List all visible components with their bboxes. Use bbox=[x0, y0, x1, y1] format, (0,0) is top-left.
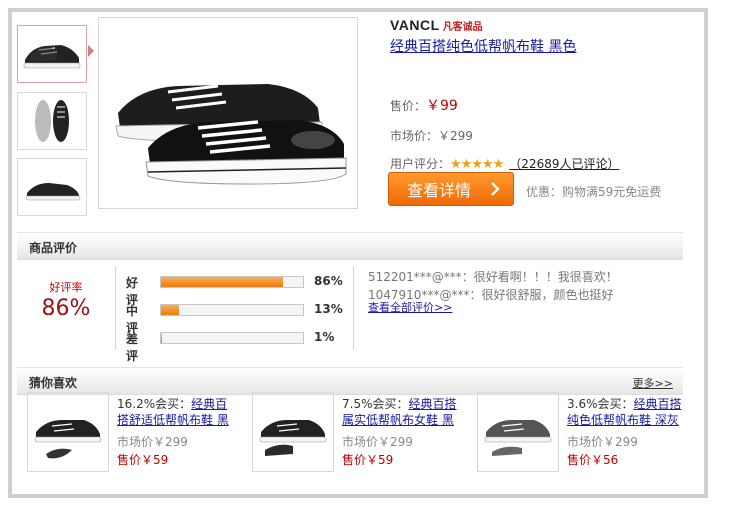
promo-text: 优惠：购物满59元免运费 bbox=[526, 185, 662, 199]
review-count-link[interactable]: （22689人已评论） bbox=[509, 157, 619, 171]
recommend-item-link[interactable]: 搭舒适低帮帆布鞋 黑 bbox=[117, 411, 247, 428]
recommend-market-price: 市场价￥299 bbox=[117, 435, 188, 449]
purchase-rate: 7.5%会买： bbox=[342, 397, 409, 411]
recommend-sale-price: 售价￥59 bbox=[342, 453, 394, 467]
view-details-label: 查看详情 bbox=[407, 181, 472, 200]
thumbnail-back-view[interactable] bbox=[17, 158, 87, 216]
sale-price-label: 售价： bbox=[390, 99, 427, 113]
recommend-item: 3.6%会买：经典百搭 纯色低帮帆布鞋 深灰 市场价￥299 售价￥56 bbox=[477, 392, 697, 474]
more-link[interactable]: 更多>> bbox=[633, 375, 673, 391]
main-product-image bbox=[98, 17, 358, 209]
market-price-row: 市场价：￥299 bbox=[390, 127, 473, 144]
brand-name: VANCL bbox=[390, 17, 440, 33]
rating-bar-fill bbox=[161, 277, 284, 287]
sale-price: ￥99 bbox=[426, 98, 458, 114]
shoe-image-icon bbox=[484, 420, 552, 456]
divider bbox=[115, 266, 116, 350]
rating-bar-percent: 1% bbox=[314, 330, 335, 344]
canvas-shoes-image bbox=[115, 84, 347, 185]
recommend-item-image[interactable] bbox=[477, 392, 559, 472]
recommend-market-price: 市场价￥299 bbox=[342, 435, 413, 449]
rating-bar-label: 差评 bbox=[126, 332, 139, 363]
all-reviews-link[interactable]: 查看全部评价>> bbox=[368, 299, 452, 315]
shoe-image-icon bbox=[259, 420, 327, 456]
rating-bar-track bbox=[160, 332, 304, 344]
thumbnail-selected-indicator bbox=[88, 45, 94, 57]
recommend-item-link[interactable]: 经典百 bbox=[191, 397, 227, 411]
rating-bar-percent: 86% bbox=[314, 274, 343, 288]
rating-row: 用户评分：★★★★★ （22689人已评论） bbox=[390, 155, 619, 172]
shoe-image-icon bbox=[34, 420, 102, 459]
star-rating-icon: ★★★★★ bbox=[450, 157, 504, 172]
rating-bar-track bbox=[160, 276, 304, 288]
reviews-section-title: 商品评价 bbox=[29, 241, 78, 255]
purchase-rate: 3.6%会买： bbox=[567, 397, 634, 411]
recommend-item-link[interactable]: 纯色低帮帆布鞋 深灰 bbox=[567, 411, 697, 428]
market-price-label: 市场价： bbox=[390, 129, 439, 143]
recommend-item-image[interactable] bbox=[27, 392, 109, 472]
rating-bar-fill bbox=[161, 305, 180, 315]
shoe-side-icon bbox=[23, 45, 81, 69]
recommend-item-link[interactable]: 经典百搭 bbox=[634, 397, 682, 411]
chevron-right-icon bbox=[491, 182, 500, 196]
divider bbox=[353, 266, 354, 350]
thumbnail-side-view[interactable] bbox=[17, 25, 87, 83]
shoe-back-icon bbox=[25, 183, 81, 201]
good-rate-value: 86% bbox=[41, 296, 91, 321]
sale-price-row: 售价：￥99 bbox=[390, 95, 458, 115]
recommend-item-link[interactable]: 属实低帮帆布女鞋 黑 bbox=[342, 411, 472, 428]
recommend-section-title: 猜你喜欢 bbox=[29, 376, 78, 390]
rating-bar-fill bbox=[161, 333, 163, 343]
good-rate-label: 好评率 bbox=[49, 281, 83, 294]
product-title-link[interactable]: 经典百搭纯色低帮帆布鞋 黑色 bbox=[390, 36, 576, 56]
brand-subtitle: 凡客诚品 bbox=[442, 22, 483, 33]
rating-bar-track bbox=[160, 304, 304, 316]
reviews-section-header: 商品评价 bbox=[17, 232, 683, 260]
recommend-item: 16.2%会买：经典百 搭舒适低帮帆布鞋 黑 市场价￥299 售价￥59 bbox=[27, 392, 247, 474]
view-details-button[interactable]: 查看详情 bbox=[388, 172, 514, 206]
purchase-rate: 16.2%会买： bbox=[117, 397, 192, 411]
brand-logo: VANCL 凡客诚品 bbox=[390, 17, 483, 33]
recommend-item-image[interactable] bbox=[252, 392, 334, 472]
recommend-item-link[interactable]: 经典百搭 bbox=[409, 397, 457, 411]
market-price: ￥299 bbox=[438, 129, 473, 143]
recommend-sale-price: 售价￥56 bbox=[567, 453, 619, 467]
recommend-item: 7.5%会买：经典百搭 属实低帮帆布女鞋 黑 市场价￥299 售价￥59 bbox=[252, 392, 472, 474]
shoe-sole-icon bbox=[35, 100, 69, 142]
rating-label: 用户评分： bbox=[390, 157, 451, 171]
thumbnail-top-view[interactable] bbox=[17, 92, 87, 150]
recommend-section-header: 猜你喜欢 更多>> bbox=[17, 367, 683, 395]
recommend-market-price: 市场价￥299 bbox=[567, 435, 638, 449]
rating-bar-percent: 13% bbox=[314, 302, 343, 316]
comment-item: 512201***@***：很好看啊！！！我很喜欢！ bbox=[368, 270, 618, 284]
recommend-sale-price: 售价￥59 bbox=[117, 453, 169, 467]
